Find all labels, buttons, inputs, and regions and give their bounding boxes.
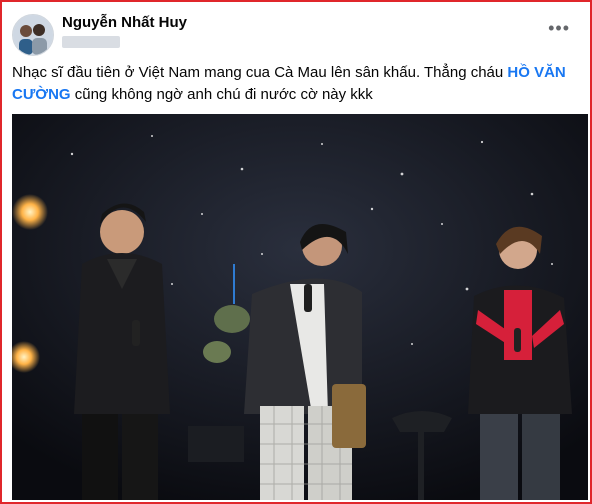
post-text: Nhạc sĩ đầu tiên ở Việt Nam mang cua Cà …: [12, 62, 577, 106]
stage-light-top: [12, 194, 48, 230]
avatar-photo-icon: [13, 15, 53, 55]
post-card: Nguyễn Nhất Huy ••• Nhạc sĩ đầu tiên ở V…: [0, 0, 592, 504]
ellipsis-icon[interactable]: •••: [548, 18, 570, 39]
post-text-before: Nhạc sĩ đầu tiên ở Việt Nam mang cua Cà …: [12, 64, 508, 81]
post-meta-blurred: [62, 36, 120, 48]
post-header: Nguyễn Nhất Huy •••: [12, 12, 572, 56]
author-avatar[interactable]: [12, 14, 54, 56]
post-photo[interactable]: [12, 114, 588, 500]
post-text-after: cũng không ngờ anh chú đi nước cờ này kk…: [70, 86, 373, 103]
author-name[interactable]: Nguyễn Nhất Huy: [62, 14, 187, 31]
stage-photo: [12, 114, 588, 500]
music-stand: [188, 426, 244, 462]
